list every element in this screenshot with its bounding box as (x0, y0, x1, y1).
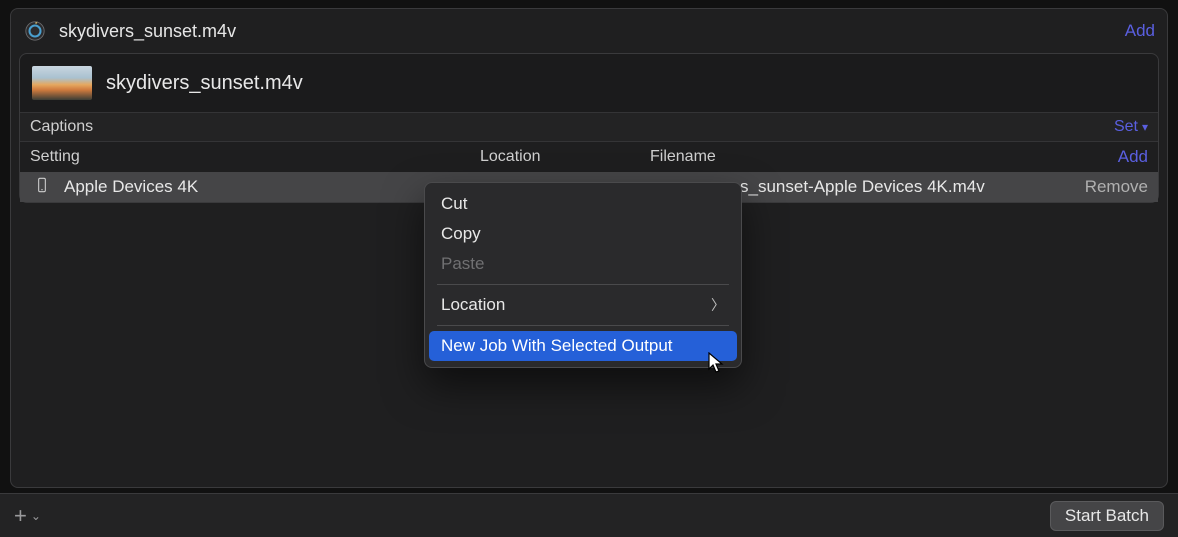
job-title: skydivers_sunset.m4v (106, 72, 303, 95)
video-thumbnail (32, 66, 92, 100)
set-captions-button[interactable]: Set ▾ (1114, 118, 1148, 136)
ctx-new-job[interactable]: New Job With Selected Output (429, 331, 737, 361)
chevron-down-icon: ⌄ (31, 509, 41, 523)
ctx-separator (437, 284, 729, 285)
job-card: skydivers_sunset.m4v Captions Set ▾ Sett… (19, 53, 1159, 203)
captions-row: Captions Set ▾ (20, 112, 1158, 142)
col-setting: Setting (30, 148, 480, 166)
phone-icon (34, 177, 54, 197)
panel-header: skydivers_sunset.m4v Add (11, 9, 1167, 53)
ctx-cut[interactable]: Cut (425, 189, 741, 219)
output-setting-label: Apple Devices 4K (64, 177, 198, 197)
footer-bar: + ⌄ Start Batch (0, 493, 1178, 537)
ctx-paste: Paste (425, 249, 741, 279)
remove-output-button[interactable]: Remove (1068, 177, 1148, 197)
output-setting: Apple Devices 4K (34, 177, 470, 197)
add-menu-button[interactable]: + ⌄ (14, 503, 41, 529)
captions-label: Captions (30, 118, 93, 136)
chevron-down-icon: ▾ (1142, 120, 1148, 134)
job-header[interactable]: skydivers_sunset.m4v (20, 54, 1158, 112)
add-job-button[interactable]: Add (1125, 21, 1155, 41)
ctx-location[interactable]: Location 〉 (425, 290, 741, 320)
columns-header: Setting Location Filename Add (20, 142, 1158, 172)
plus-icon: + (14, 503, 27, 529)
ctx-separator (437, 325, 729, 326)
panel-title: skydivers_sunset.m4v (59, 21, 236, 42)
ctx-copy[interactable]: Copy (425, 219, 741, 249)
cursor-icon (708, 352, 726, 379)
set-label: Set (1114, 118, 1138, 136)
context-menu: Cut Copy Paste Location 〉 New Job With S… (424, 182, 742, 368)
chevron-right-icon: 〉 (711, 295, 725, 315)
col-filename: Filename (650, 148, 1088, 166)
compressor-app-icon (23, 19, 47, 43)
start-batch-button[interactable]: Start Batch (1050, 501, 1164, 531)
col-location: Location (480, 148, 650, 166)
add-output-button[interactable]: Add (1088, 147, 1148, 167)
